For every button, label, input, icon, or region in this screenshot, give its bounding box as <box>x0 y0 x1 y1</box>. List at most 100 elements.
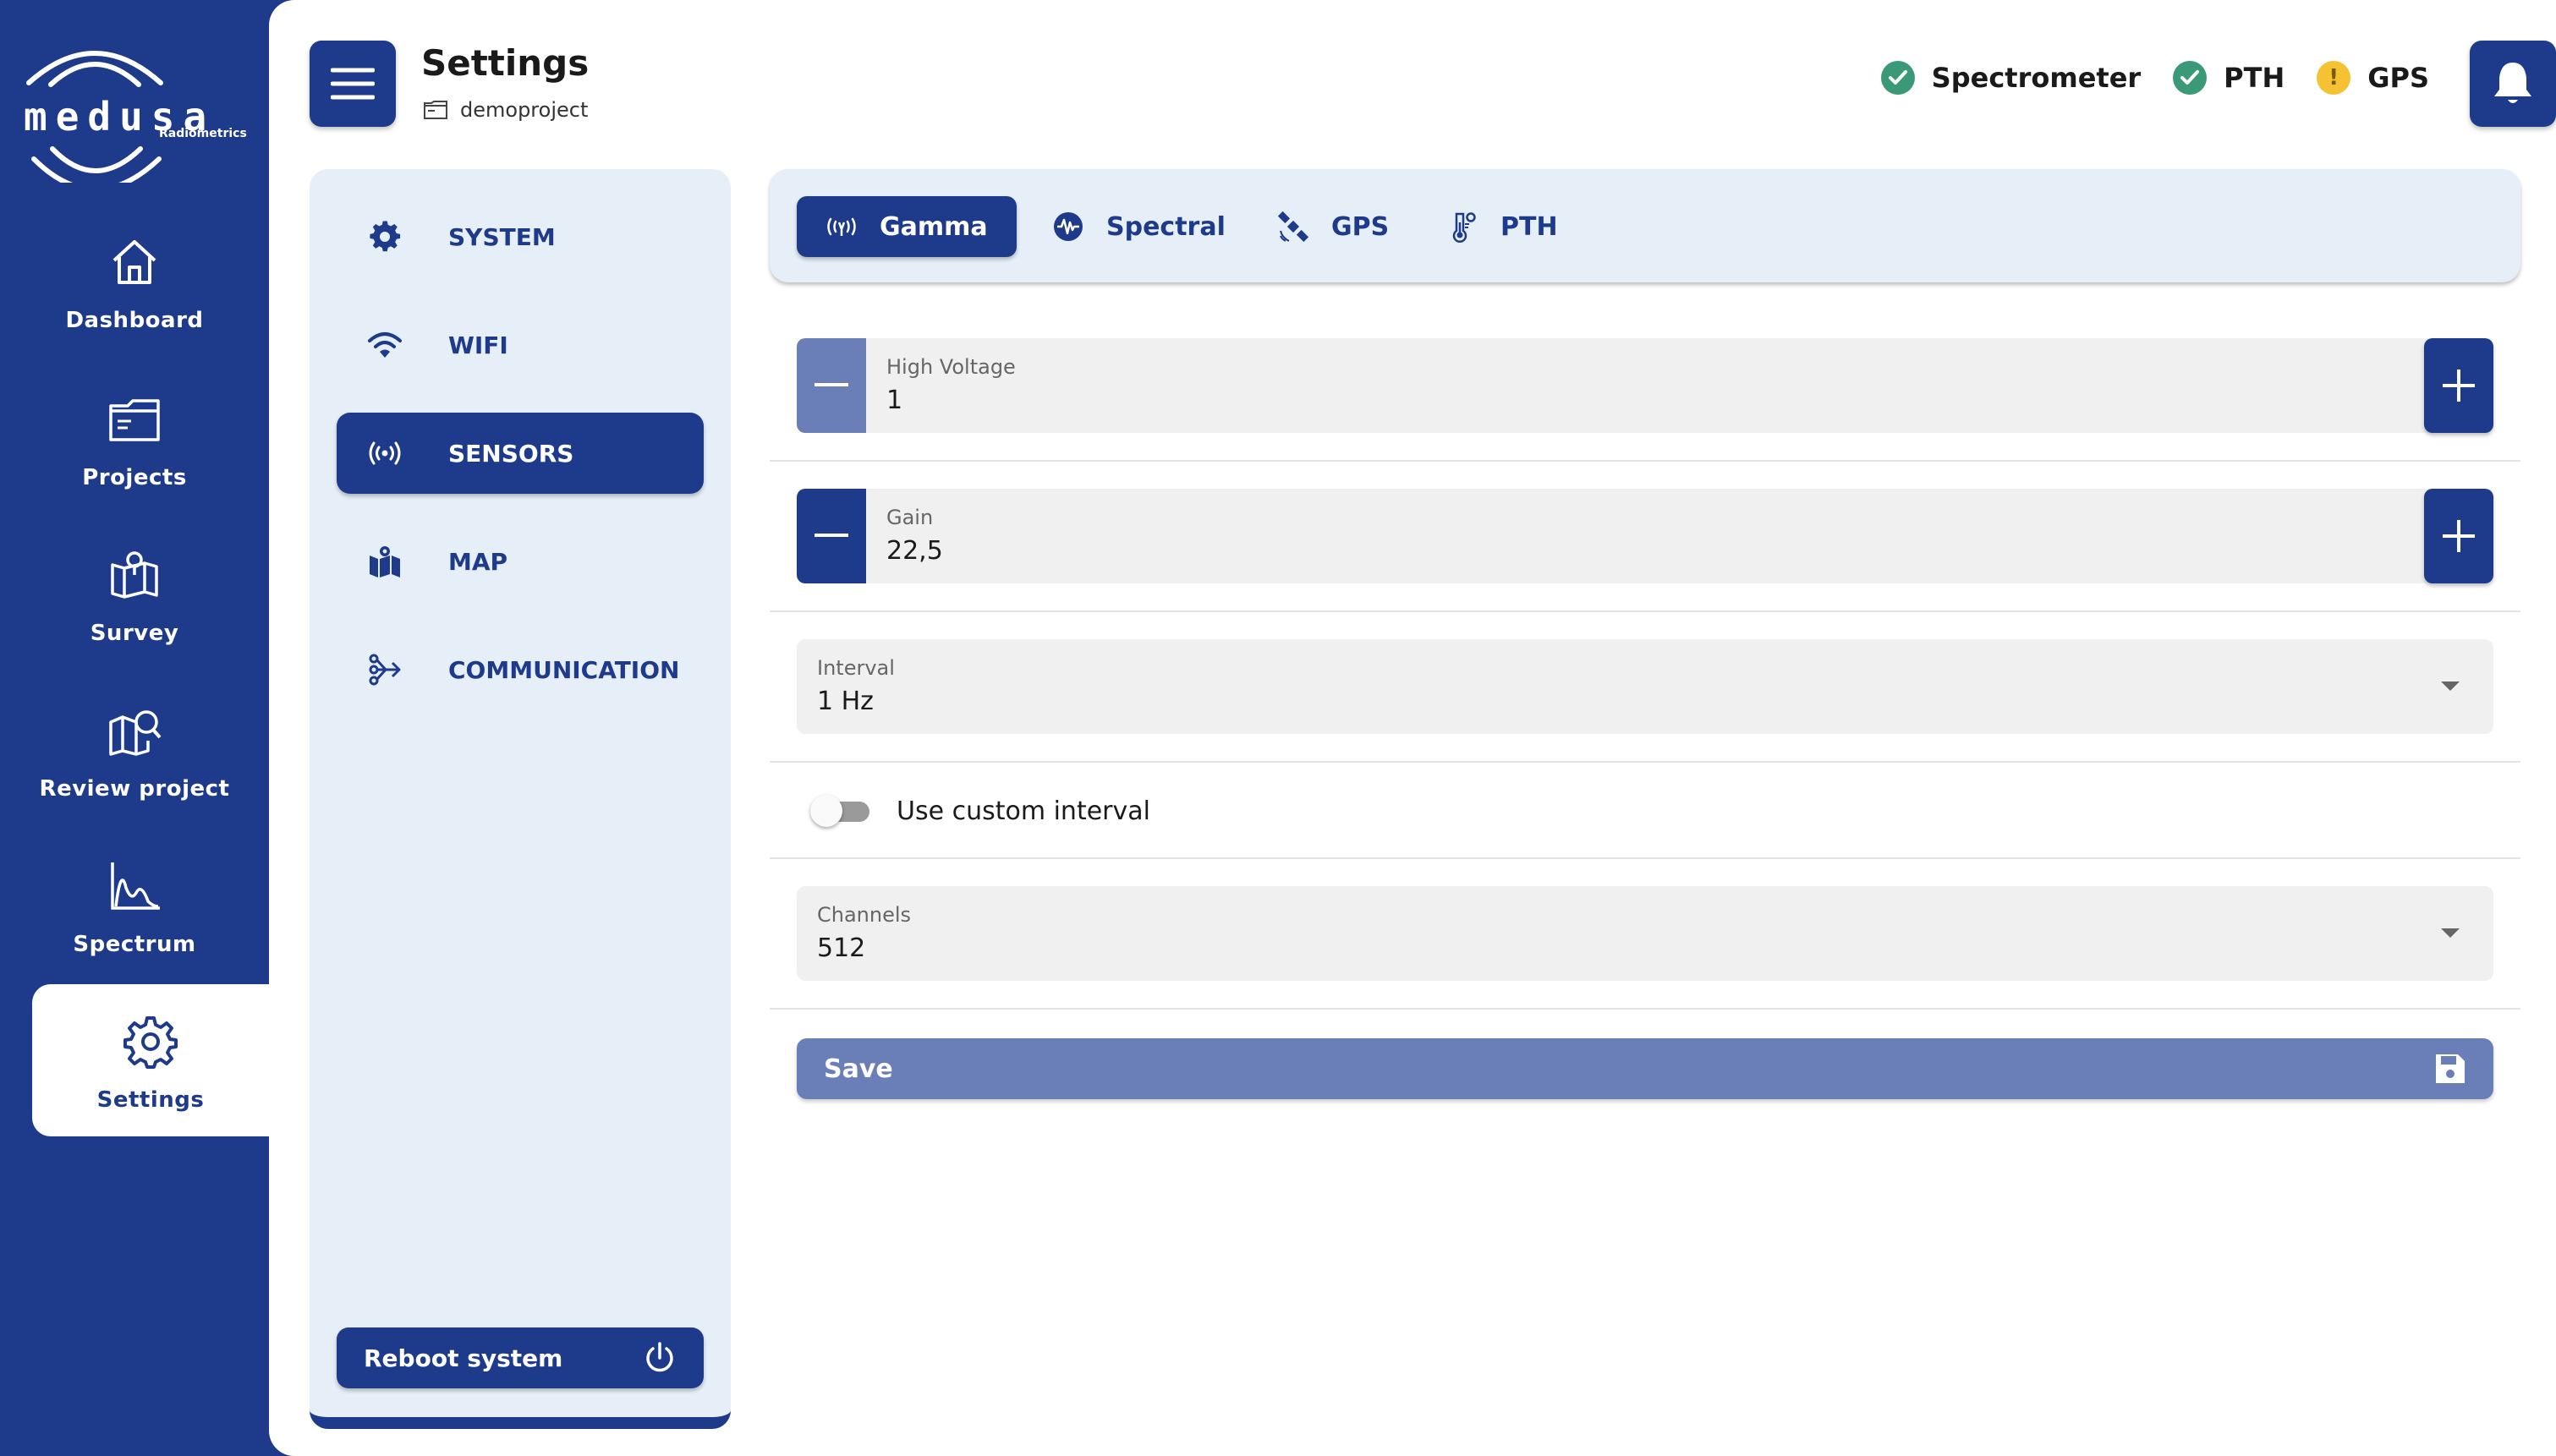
toggle-knob <box>810 795 842 827</box>
gain-label: Gain <box>886 506 934 529</box>
tab-pth-label: PTH <box>1500 211 1558 242</box>
home-icon <box>112 240 156 284</box>
map-icon <box>370 546 400 577</box>
row-divider <box>770 761 2520 763</box>
high-voltage-label: High Voltage <box>886 355 1016 379</box>
floppy-disk-icon <box>2436 1054 2465 1083</box>
high-voltage-decrement-button[interactable] <box>797 338 866 433</box>
menu-item-wifi[interactable]: WIFI <box>337 304 704 386</box>
status-pth-label: PTH <box>2224 62 2285 94</box>
bell-icon <box>2494 63 2531 103</box>
nav-projects-label: Projects <box>82 465 187 490</box>
minus-icon <box>815 383 848 386</box>
power-icon <box>646 1342 673 1372</box>
nav-settings-label: Settings <box>96 1087 205 1113</box>
notifications-button[interactable] <box>2470 41 2556 127</box>
hamburger-icon <box>331 68 375 100</box>
logo-tagline: Radiometrics <box>159 127 247 140</box>
map-search-icon <box>109 710 162 756</box>
custom-interval-row: Use custom interval <box>810 795 1150 827</box>
tab-spectral[interactable]: Spectral <box>1023 196 1254 257</box>
sensor-icon <box>369 441 401 465</box>
minus-icon <box>815 534 848 537</box>
nav-survey[interactable]: Survey <box>0 517 269 670</box>
menu-item-map-label: MAP <box>448 547 508 576</box>
nav-spectrum-label: Spectrum <box>73 932 196 957</box>
chevron-down-icon <box>2441 928 2460 938</box>
tab-gps-label: GPS <box>1331 211 1390 242</box>
menu-item-wifi-label: WIFI <box>448 331 508 359</box>
row-divider <box>770 857 2520 859</box>
gamma-icon <box>827 217 856 236</box>
status-spectrometer: Spectrometer <box>1880 61 2142 95</box>
main-panel: Settings demoproject Spectrometer PTH ! … <box>269 0 2556 1456</box>
nav-dashboard[interactable]: Dashboard <box>0 205 269 357</box>
gain-stepper: Gain 22,5 <box>797 489 2493 583</box>
check-circle-icon <box>2173 61 2208 95</box>
menu-item-system[interactable]: SYSTEM <box>337 196 704 277</box>
warning-circle-icon: ! <box>2317 61 2351 95</box>
chevron-down-icon <box>2441 681 2460 691</box>
channels-label: Channels <box>817 903 912 927</box>
logo-rings-icon: medusa Radiometrics <box>24 51 247 192</box>
high-voltage-increment-button[interactable] <box>2424 338 2493 433</box>
menu-item-map[interactable]: MAP <box>337 521 704 602</box>
nav-dashboard-label: Dashboard <box>65 308 204 333</box>
status-gps-label: GPS <box>2367 62 2429 94</box>
status-gps: ! GPS <box>2317 61 2429 95</box>
channels-select[interactable]: Channels 512 <box>797 886 2493 981</box>
save-button-label: Save <box>824 1054 893 1084</box>
status-spectrometer-label: Spectrometer <box>1931 62 2142 94</box>
map-pin-icon <box>111 551 158 599</box>
save-button[interactable]: Save <box>797 1038 2493 1099</box>
custom-interval-toggle[interactable] <box>810 795 871 827</box>
project-name: demoproject <box>460 98 589 122</box>
page-title: Settings <box>421 42 590 84</box>
nav-review-project[interactable]: Review project <box>0 673 269 825</box>
thermometer-icon <box>1452 212 1476 243</box>
app-sidebar: medusa Radiometrics Dashboard Projects S… <box>0 0 269 1456</box>
nav-spectrum[interactable]: Spectrum <box>0 829 269 981</box>
gain-decrement-button[interactable] <box>797 489 866 583</box>
spectrum-chart-icon <box>111 862 160 910</box>
plus-icon <box>2443 369 2475 402</box>
menu-item-sensors[interactable]: SENSORS <box>337 413 704 494</box>
folder-small-icon <box>424 101 447 119</box>
nav-survey-label: Survey <box>90 621 179 646</box>
reboot-system-label: Reboot system <box>364 1344 563 1372</box>
folder-icon <box>109 399 160 441</box>
menu-item-communication[interactable]: COMMUNICATION <box>337 629 704 710</box>
reboot-system-button[interactable]: Reboot system <box>337 1327 704 1388</box>
tab-pth[interactable]: PTH <box>1418 196 1587 257</box>
tab-gamma[interactable]: Gamma <box>797 196 1017 257</box>
interval-label: Interval <box>817 656 895 680</box>
hamburger-menu-button[interactable] <box>310 41 396 127</box>
share-icon <box>369 654 401 686</box>
high-voltage-stepper: High Voltage 1 <box>797 338 2493 433</box>
satellite-icon <box>1277 211 1309 243</box>
gain-increment-button[interactable] <box>2424 489 2493 583</box>
status-pth: PTH <box>2173 61 2284 95</box>
row-divider <box>770 610 2520 612</box>
high-voltage-value[interactable]: 1 <box>886 386 902 415</box>
menu-item-sensors-label: SENSORS <box>448 439 574 468</box>
menu-item-system-label: SYSTEM <box>448 222 556 251</box>
gain-value[interactable]: 22,5 <box>886 536 943 566</box>
check-circle-icon <box>1880 61 1915 95</box>
gear-icon <box>123 1016 178 1069</box>
nav-review-project-label: Review project <box>39 776 230 802</box>
row-divider <box>770 1008 2520 1010</box>
tab-spectral-label: Spectral <box>1106 211 1226 242</box>
nav-settings[interactable]: Settings <box>32 984 269 1136</box>
medusa-logo: medusa Radiometrics <box>19 32 252 192</box>
device-status-bar: Spectrometer PTH ! GPS <box>1849 61 2429 95</box>
custom-interval-label: Use custom interval <box>897 796 1150 826</box>
wifi-icon <box>368 332 402 358</box>
sensor-tab-bar: Gamma Spectral GPS PTH <box>770 169 2520 282</box>
plus-icon <box>2443 520 2475 552</box>
settings-menu: SYSTEM WIFI SENSORS MAP COMMUNICATION Re… <box>310 169 731 1429</box>
row-divider <box>770 460 2520 462</box>
interval-select[interactable]: Interval 1 Hz <box>797 639 2493 734</box>
tab-gps[interactable]: GPS <box>1248 196 1418 257</box>
nav-projects[interactable]: Projects <box>0 362 269 514</box>
